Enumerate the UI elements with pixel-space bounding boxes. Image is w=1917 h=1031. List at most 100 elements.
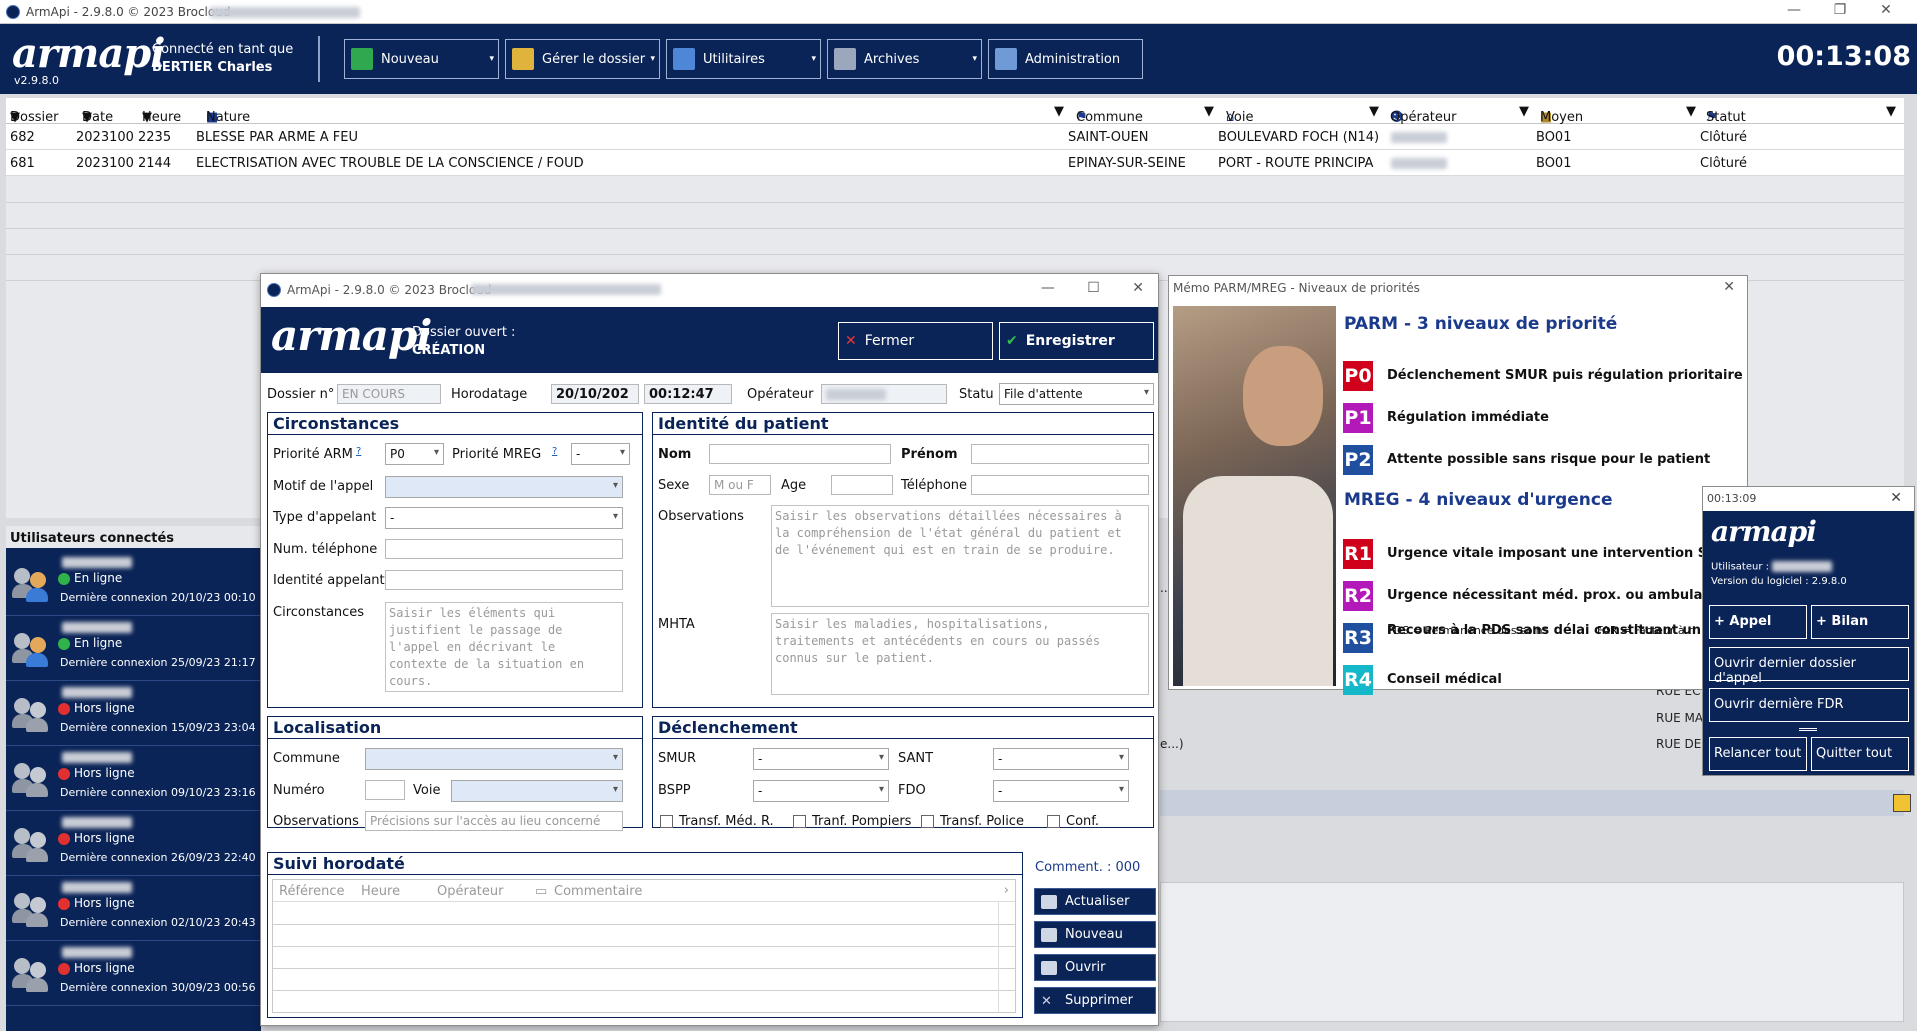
user-list-item[interactable]: Hors ligne Dernière connexion 02/10/23 20… [6, 877, 261, 941]
col-heure[interactable]: Heure [361, 884, 400, 899]
drag-handle[interactable] [1799, 728, 1817, 731]
redacted-text [471, 284, 661, 295]
user-list-item[interactable]: Hors ligne Dernière connexion 30/09/23 00… [6, 942, 261, 1006]
ouvrir-dernier-dossier-button[interactable]: Ouvrir dernier dossier d'appel [1709, 647, 1909, 686]
sant-select[interactable]: - [993, 748, 1129, 770]
observations-textarea[interactable]: Saisir les observations détaillées néces… [771, 505, 1149, 607]
quitter-tout-button[interactable]: Quitter tout [1811, 737, 1909, 771]
help-link[interactable]: ? [356, 446, 361, 457]
fermer-button[interactable]: ✕ Fermer [838, 322, 993, 360]
new-doc-icon [1041, 927, 1057, 942]
bspp-label: BSPP [658, 783, 691, 798]
memo-titlebar: Mémo PARM/MREG - Niveaux de priorités ✕ [1169, 276, 1747, 300]
ouvrir-derniere-fdr-button[interactable]: Ouvrir dernière FDR [1709, 688, 1909, 722]
loc-observations-input[interactable]: Précisions sur l'accès au lieu concerné [365, 811, 623, 831]
main-titlebar: ArmApi - 2.9.8.0 © 2023 Brocloud — ❐ ✕ [0, 0, 1917, 24]
fdo-select[interactable]: - [993, 780, 1129, 802]
gerer-dossier-menu-button[interactable]: Gérer le dossier ▾ [505, 39, 660, 79]
close-icon[interactable]: ✕ [1723, 279, 1735, 295]
priorite-mreg-select[interactable]: - [571, 443, 630, 465]
comment-count: Comment. : 000 [1035, 860, 1141, 875]
type-appelant-select[interactable]: - [385, 507, 623, 529]
dossier-number-field[interactable]: EN COURS [337, 384, 441, 404]
user-list-item[interactable]: En ligne Dernière connexion 25/09/23 21:1… [6, 617, 261, 681]
sexe-input[interactable]: M ou F [709, 475, 771, 495]
age-input[interactable] [831, 475, 893, 495]
maximize-icon[interactable]: ❐ [1817, 2, 1863, 18]
circonstances-panel: Circonstances Priorité ARM ? P0 Priorité… [267, 412, 643, 708]
actualiser-button[interactable]: Actualiser [1034, 888, 1156, 915]
appel-button[interactable]: + Appel [1709, 605, 1807, 639]
filter-icon[interactable]: ▼ [1686, 104, 1696, 119]
bilan-button[interactable]: + Bilan [1811, 605, 1909, 639]
close-icon[interactable]: ✕ [1890, 490, 1902, 506]
ouvrir-button[interactable]: Ouvrir [1034, 954, 1156, 981]
user-list-item[interactable]: Hors ligne Dernière connexion 09/10/23 23… [6, 747, 261, 811]
tranf-pompiers-checkbox[interactable] [793, 815, 806, 828]
filter-icon[interactable]: ▼ [10, 110, 20, 125]
col-commentaire[interactable]: Commentaire [554, 884, 642, 899]
supprimer-button[interactable]: ✕ Supprimer [1034, 987, 1156, 1014]
archives-menu-button[interactable]: Archives ▾ [827, 39, 982, 79]
quick-launch-window: 00:13:09 ✕ armapi Utilisateur : Version … [1702, 486, 1915, 776]
numero-input[interactable] [365, 780, 405, 800]
dialog-window-controls[interactable]: — ☐ ✕ [1041, 280, 1144, 296]
statut-select[interactable]: File d'attente [999, 383, 1154, 405]
table-row[interactable]: 681 2023100 2144 ELECTRISATION AVEC TROU… [6, 150, 1904, 176]
identite-appelant-label: Identité appelant [273, 573, 385, 588]
user-status: En ligne [74, 571, 123, 585]
bspp-select[interactable]: - [753, 780, 889, 802]
filter-icon[interactable]: ▼ [82, 110, 92, 125]
transf-police-label: Transf. Police [940, 814, 1024, 829]
filter-icon[interactable]: ▼ [1054, 104, 1064, 119]
filter-icon[interactable]: ▼ [1204, 104, 1214, 119]
chevron-right-icon[interactable]: › [1004, 883, 1009, 898]
user-status: Hors ligne [74, 896, 135, 910]
filter-icon[interactable]: ▼ [142, 110, 152, 125]
enregistrer-button[interactable]: ✔ Enregistrer [999, 322, 1154, 360]
redacted-text [826, 389, 886, 400]
user-list-item[interactable]: Hors ligne Dernière connexion 26/09/23 22… [6, 812, 261, 876]
mhta-textarea[interactable]: Saisir les maladies, hospitalisations, t… [771, 613, 1149, 695]
commune-select[interactable] [365, 748, 623, 770]
telephone-input[interactable] [971, 475, 1149, 495]
col-operateur[interactable]: Opérateur [437, 884, 503, 899]
filter-icon[interactable]: ▼ [1519, 104, 1529, 119]
utilitaires-menu-button[interactable]: Utilitaires ▾ [666, 39, 821, 79]
priorite-arm-select[interactable]: P0 [385, 443, 444, 465]
nom-input[interactable] [709, 444, 891, 464]
col-reference[interactable]: Référence [279, 884, 344, 899]
minimize-icon[interactable]: — [1771, 2, 1817, 18]
identite-appelant-input[interactable] [385, 570, 623, 590]
transf-med-checkbox[interactable] [660, 815, 673, 828]
help-link[interactable]: ? [552, 446, 557, 457]
user-status: Hors ligne [74, 766, 135, 780]
administration-button[interactable]: Administration [988, 39, 1143, 79]
app-logo-icon [267, 283, 281, 297]
dialog-titlebar: ArmApi - 2.9.8.0 © 2023 Brocloud — ☐ ✕ [261, 274, 1158, 306]
smur-select[interactable]: - [753, 748, 889, 770]
conf-checkbox[interactable] [1047, 815, 1060, 828]
relancer-tout-button[interactable]: Relancer tout [1709, 737, 1807, 771]
transf-police-checkbox[interactable] [921, 815, 934, 828]
suivi-nouveau-button[interactable]: Nouveau [1034, 921, 1156, 948]
pencil-icon[interactable] [1893, 794, 1911, 812]
num-telephone-input[interactable] [385, 539, 623, 559]
quick-user: Utilisateur : [1711, 561, 1833, 573]
filter-icon[interactable]: ▼ [1369, 104, 1379, 119]
redacted-text [62, 622, 132, 633]
user-list-item[interactable]: En ligne Dernière connexion 20/10/23 00:1… [6, 552, 261, 616]
voie-select[interactable] [451, 780, 623, 802]
redacted-text [210, 7, 360, 18]
table-row[interactable]: 682 2023100 2235 BLESSE PAR ARME A FEU S… [6, 124, 1904, 150]
prenom-input[interactable] [971, 444, 1149, 464]
close-icon[interactable]: ✕ [1863, 2, 1909, 18]
user-list-item[interactable]: Hors ligne Dernière connexion 15/09/23 23… [6, 682, 261, 746]
declenchement-title: Déclenchement [653, 717, 1153, 739]
motif-appel-select[interactable] [385, 476, 623, 498]
nouveau-menu-button[interactable]: Nouveau ▾ [344, 39, 499, 79]
priority-badge-r2: R2 [1343, 581, 1373, 611]
circonstances-textarea[interactable]: Saisir les éléments qui justifient le pa… [385, 602, 623, 692]
filter-icon[interactable]: ▼ [1886, 104, 1896, 119]
redacted-text [62, 882, 132, 893]
